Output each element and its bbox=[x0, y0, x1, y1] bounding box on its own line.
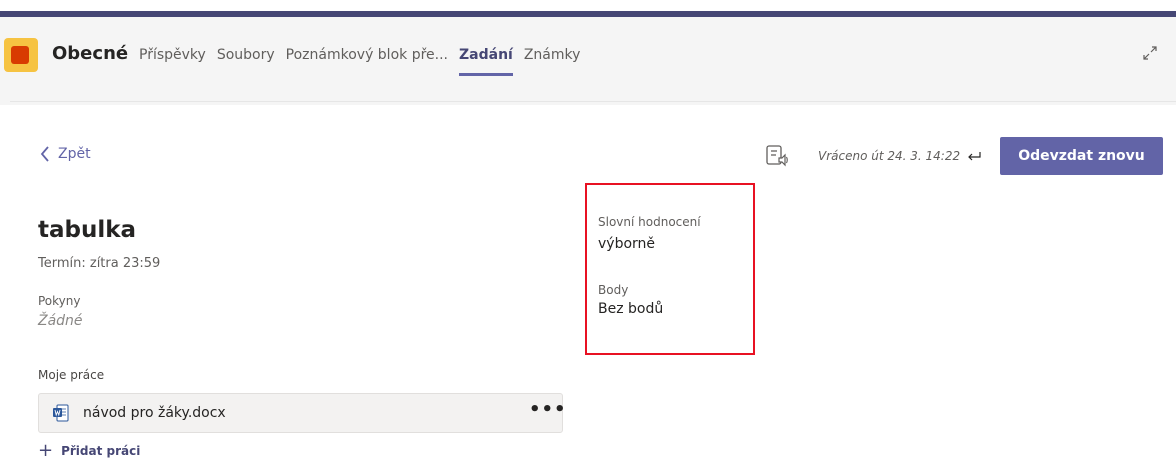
assignment-title: tabulka bbox=[38, 217, 137, 243]
back-label: Zpět bbox=[58, 146, 91, 162]
more-options-icon[interactable]: ••• bbox=[529, 399, 567, 420]
points-label: Body bbox=[598, 283, 629, 297]
tab-assignments[interactable]: Zadání bbox=[459, 47, 513, 76]
chevron-left-icon bbox=[40, 146, 49, 162]
channel-tabs: Příspěvky Soubory Poznámkový blok pře...… bbox=[139, 47, 591, 76]
tab-grades[interactable]: Známky bbox=[524, 47, 581, 63]
file-attachment[interactable]: návod pro žáky.docx ••• bbox=[38, 393, 566, 433]
verbal-feedback-label: Slovní hodnocení bbox=[598, 215, 701, 229]
file-name: návod pro žáky.docx bbox=[83, 405, 226, 421]
instructions-value: Žádné bbox=[38, 313, 83, 329]
channel-name: Obecné bbox=[52, 43, 129, 64]
back-link[interactable]: Zpět bbox=[40, 146, 91, 162]
immersive-reader-icon[interactable] bbox=[765, 144, 789, 168]
points-value: Bez bodů bbox=[598, 301, 664, 317]
tab-notebook[interactable]: Poznámkový blok pře... bbox=[286, 47, 448, 63]
returned-status: Vráceno út 24. 3. 14:22 bbox=[818, 149, 982, 163]
feedback-highlight-box bbox=[585, 183, 755, 355]
word-document-icon bbox=[53, 404, 69, 422]
channel-header: Obecné Příspěvky Soubory Poznámkový blok… bbox=[0, 17, 1176, 105]
add-work-button[interactable]: + Přidat práci bbox=[38, 440, 141, 461]
header-divider bbox=[10, 101, 1176, 102]
due-date: Termín: zítra 23:59 bbox=[38, 256, 161, 271]
returned-text: Vráceno út 24. 3. 14:22 bbox=[818, 149, 961, 163]
expand-icon[interactable] bbox=[1140, 43, 1160, 63]
instructions-label: Pokyny bbox=[38, 294, 81, 308]
my-work-label: Moje práce bbox=[38, 368, 105, 382]
tab-files[interactable]: Soubory bbox=[217, 47, 275, 63]
team-icon[interactable] bbox=[4, 38, 38, 72]
resubmit-button[interactable]: Odevzdat znovu bbox=[1000, 137, 1163, 175]
verbal-feedback-value: výborně bbox=[598, 236, 656, 252]
return-arrow-icon bbox=[968, 152, 981, 161]
tab-posts[interactable]: Příspěvky bbox=[139, 47, 206, 63]
add-work-label: Přidat práci bbox=[61, 444, 141, 458]
plus-icon: + bbox=[38, 440, 54, 461]
